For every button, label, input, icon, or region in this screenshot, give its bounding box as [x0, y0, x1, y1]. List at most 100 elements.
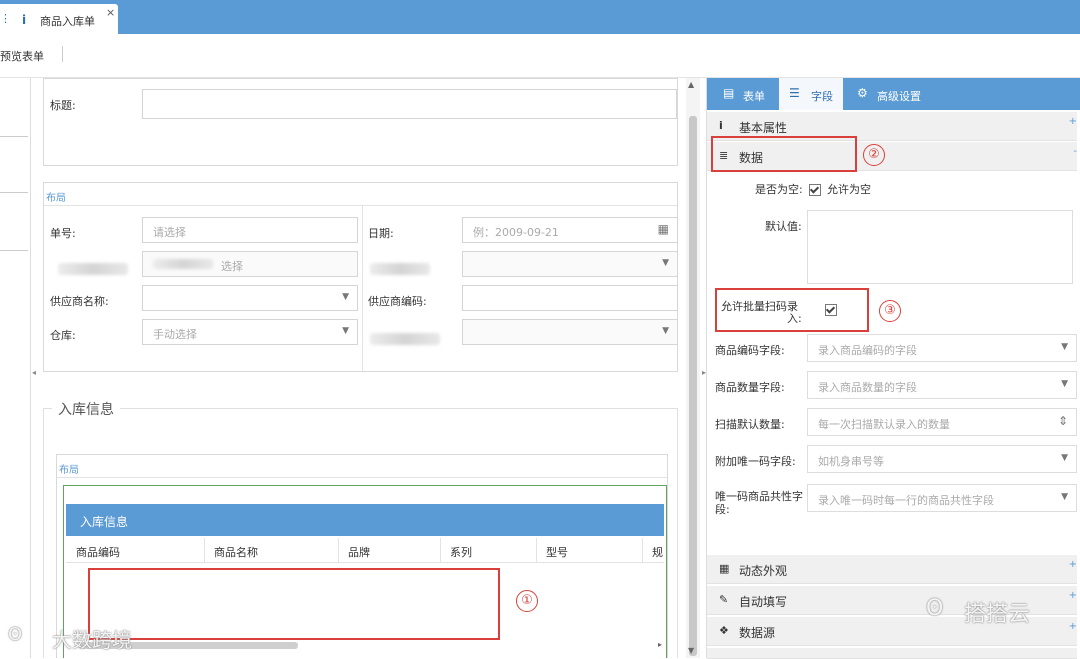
column-divider	[338, 538, 339, 562]
expand-icon[interactable]: +	[1069, 621, 1077, 632]
tab-advanced-settings[interactable]: ⚙ 高级设置	[851, 78, 937, 110]
product-quantity-field-select[interactable]: 录入商品数量的字段 ▼	[807, 371, 1077, 399]
tab-advanced-label: 高级设置	[877, 90, 921, 103]
scan-default-quantity-input[interactable]: 每一次扫描默认录入的数量 ⇕	[807, 408, 1077, 436]
pencil-icon: ✎	[719, 593, 729, 606]
chevron-down-icon[interactable]: ▼	[662, 258, 669, 268]
column-header[interactable]: 商品名称	[214, 544, 258, 560]
chevron-down-icon[interactable]: ▼	[662, 326, 669, 336]
info-icon: i	[719, 119, 723, 132]
chevron-down-icon[interactable]: ▼	[1061, 342, 1068, 352]
title-input[interactable]	[142, 89, 677, 119]
tab-menu-icon[interactable]: ⋮	[0, 12, 11, 25]
field-placeholder: 录入商品数量的字段	[818, 381, 917, 394]
chevron-down-icon[interactable]: ▼	[1061, 492, 1068, 502]
title-label: 标题:	[50, 99, 76, 112]
supplier-name-label: 供应商名称:	[50, 295, 109, 308]
expand-icon[interactable]: +	[1069, 590, 1077, 601]
sidebar-divider	[0, 192, 28, 193]
column-divider	[536, 538, 537, 562]
blurred-select-field[interactable]: 选择	[142, 251, 358, 277]
layout-divider	[57, 477, 667, 478]
column-divider	[440, 538, 441, 562]
warehouse-select[interactable]: 手动选择 ▼	[142, 319, 358, 345]
allow-empty-checkbox[interactable]	[809, 183, 821, 196]
left-sidebar	[0, 78, 31, 658]
form-canvas: 标题: 布局 单号: 请选择 日期: 例：2009-09-21 ▦ 选择 ▼ 供…	[38, 78, 682, 658]
annotation-box-1	[88, 568, 500, 640]
unique-code-field-select[interactable]: 如机身串号等 ▼	[807, 445, 1077, 473]
stepper-icon[interactable]: ⇕	[1058, 414, 1068, 428]
supplier-code-field[interactable]	[462, 285, 678, 311]
tab-bar	[0, 0, 1080, 34]
chevron-down-icon[interactable]: ▼	[342, 292, 349, 302]
scrollbar-thumb[interactable]	[689, 116, 697, 656]
preview-form-button[interactable]: 预览表单	[0, 48, 44, 64]
splitter-handle[interactable]: ◂	[32, 368, 36, 377]
expand-icon[interactable]: +	[1069, 559, 1077, 570]
section-appearance-label: 动态外观	[739, 564, 788, 578]
wechat-icon: ʘ	[926, 596, 944, 621]
supplier-name-select[interactable]: ▼	[142, 285, 358, 311]
blurred-dropdown[interactable]: ▼	[462, 251, 678, 277]
order-no-placeholder: 请选择	[153, 226, 186, 239]
blurred-value	[153, 259, 213, 269]
field-label: 扫描默认数量:	[715, 418, 785, 431]
tab-field[interactable]: ☰ 字段	[779, 78, 843, 110]
annotation-number-3: ③	[879, 300, 901, 322]
close-icon[interactable]: ×	[106, 6, 115, 19]
tab-form[interactable]: ▤ 表单	[715, 78, 777, 110]
section-datasource-label: 数据源	[739, 626, 776, 640]
properties-panel: ▤ 表单 ☰ 字段 ⚙ 高级设置 i 基本属性 + ≣ 数据 - 是否为空: 允…	[706, 78, 1080, 659]
supplier-code-label: 供应商编码:	[368, 295, 427, 308]
date-field[interactable]: 例：2009-09-21 ▦	[462, 217, 678, 243]
collapse-icon[interactable]: -	[1073, 146, 1077, 157]
allow-empty-text: 允许为空	[827, 183, 871, 196]
field-placeholder: 如机身串号等	[818, 455, 884, 468]
tab-title: 商品入库单	[40, 15, 95, 28]
field-placeholder: 录入唯一码时每一行的商品共性字段	[818, 494, 994, 507]
list-icon: ☰	[789, 86, 800, 100]
chevron-down-icon[interactable]: ▼	[342, 326, 349, 336]
column-header[interactable]: 规	[652, 544, 663, 560]
select-placeholder: 选择	[221, 260, 243, 273]
field-label: 唯一码商品共性字段:	[715, 490, 803, 516]
date-label: 日期:	[368, 227, 394, 240]
chevron-down-icon[interactable]: ▼	[1061, 453, 1068, 463]
date-placeholder: 例：2009-09-21	[473, 226, 559, 239]
sidebar-divider	[0, 136, 28, 137]
warehouse-placeholder: 手动选择	[153, 328, 197, 341]
section-autofill-label: 自动填写	[739, 595, 788, 609]
column-divider	[642, 538, 643, 562]
field-label: 商品编码字段:	[715, 344, 785, 357]
common-field-select[interactable]: 录入唯一码时每一行的商品共性字段 ▼	[807, 484, 1077, 512]
product-code-field-select[interactable]: 录入商品编码的字段 ▼	[807, 334, 1077, 362]
order-no-field[interactable]: 请选择	[142, 217, 358, 243]
calendar-icon[interactable]: ▦	[658, 222, 669, 236]
toolbar-divider	[62, 46, 63, 62]
annotation-box-2	[711, 136, 857, 172]
cubes-icon: ❖	[719, 624, 729, 637]
scroll-down-arrow[interactable]: ▼	[688, 646, 694, 655]
column-divider	[204, 538, 205, 562]
scroll-right-arrow[interactable]: ▸	[658, 640, 662, 649]
default-value-textarea[interactable]	[807, 210, 1073, 284]
expand-icon[interactable]: +	[1069, 116, 1077, 127]
allow-empty-label: 是否为空:	[755, 183, 803, 196]
column-header[interactable]: 型号	[546, 544, 568, 560]
column-header[interactable]: 系列	[450, 544, 472, 560]
info-icon: i	[22, 13, 27, 27]
panel-tabs: ▤ 表单 ☰ 字段 ⚙ 高级设置	[707, 78, 1080, 110]
canvas-vertical-scrollbar[interactable]: ▲ ▼	[686, 78, 700, 658]
scroll-up-arrow[interactable]: ▲	[688, 80, 694, 89]
column-header[interactable]: 商品编码	[76, 544, 120, 560]
grid-icon: ▦	[719, 562, 730, 575]
chevron-down-icon[interactable]: ▼	[1061, 379, 1068, 389]
tab-stock-in-order[interactable]: ⋮ i 商品入库单 ×	[0, 4, 118, 34]
column-header[interactable]: 品牌	[348, 544, 370, 560]
section-next[interactable]	[707, 648, 1077, 659]
field-label: 附加唯一码字段:	[715, 455, 796, 468]
blurred-dropdown[interactable]: ▼	[462, 319, 678, 345]
gear-icon: ⚙	[857, 86, 868, 100]
section-dynamic-appearance[interactable]: ▦ 动态外观 +	[707, 555, 1077, 584]
